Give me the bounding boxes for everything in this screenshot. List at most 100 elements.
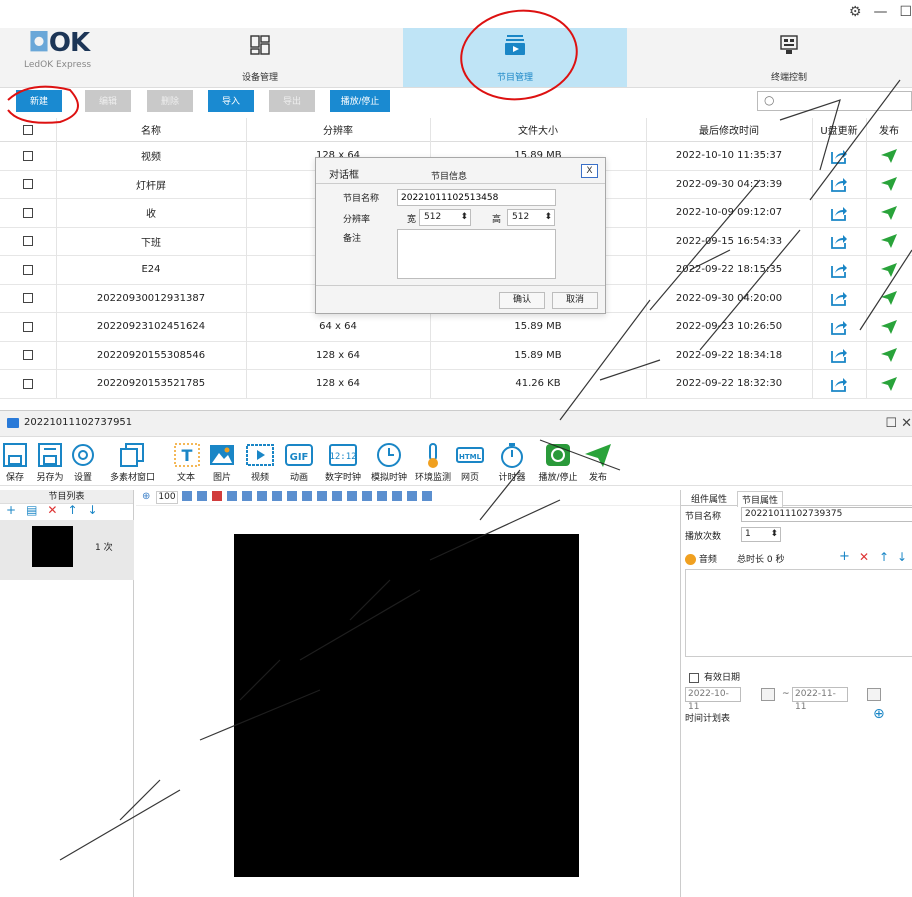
publish-icon[interactable]: [866, 342, 912, 370]
usb-update-icon[interactable]: [812, 370, 866, 398]
ribbon-settings-button[interactable]: 设置: [68, 438, 98, 483]
fullscreen-icon[interactable]: [302, 491, 312, 501]
ribbon-save-button[interactable]: 保存: [0, 438, 30, 483]
publish-icon[interactable]: [866, 228, 912, 256]
align-center-icon[interactable]: [407, 491, 417, 501]
publish-icon[interactable]: [866, 313, 912, 341]
usb-update-icon[interactable]: [812, 256, 866, 284]
usb-update-icon[interactable]: [812, 313, 866, 341]
nav-terminal-control[interactable]: 终端控制: [677, 28, 901, 87]
new-button[interactable]: 新建: [16, 90, 62, 112]
zoom-in-icon[interactable]: ⊕: [142, 491, 150, 502]
add-icon[interactable]: +: [6, 503, 16, 517]
nav-device-management[interactable]: 设备管理: [148, 28, 372, 87]
ribbon-gif-button[interactable]: GIF 动画: [283, 438, 315, 483]
v-stretch-icon[interactable]: [332, 491, 342, 501]
publish-icon[interactable]: [866, 370, 912, 398]
maximize-icon[interactable]: ☐: [899, 4, 912, 20]
minimize-icon[interactable]: —: [873, 4, 887, 20]
col-resolution[interactable]: 分辨率: [246, 118, 430, 141]
play-stop-button[interactable]: 播放/停止: [330, 90, 390, 112]
program-name-field[interactable]: 20221011102739375: [741, 507, 912, 522]
search-input[interactable]: ○: [757, 91, 912, 111]
ribbon-multi-window-button[interactable]: 多素材窗口: [110, 438, 155, 483]
play-times-spinner[interactable]: 1 ⬍: [741, 527, 781, 542]
h-stretch-icon[interactable]: [317, 491, 327, 501]
tab-program-props[interactable]: 节目属性: [737, 491, 784, 507]
move-up-icon[interactable]: ↑: [67, 503, 77, 517]
date-to-input[interactable]: 2022-11-11: [792, 687, 848, 712]
usb-update-icon[interactable]: [812, 285, 866, 313]
calendar-icon[interactable]: [761, 688, 775, 701]
page-icon[interactable]: ▤: [26, 503, 37, 517]
ribbon-save-as-button[interactable]: 另存为: [33, 438, 67, 483]
date-from-input[interactable]: 2022-10-11: [685, 687, 741, 712]
ribbon-image-button[interactable]: 图片: [206, 438, 238, 483]
table-row[interactable]: 20220920155308546 128 x 64 15.89 MB 2022-09…: [0, 342, 912, 370]
ribbon-video-button[interactable]: 视频: [244, 438, 276, 483]
width-spinner[interactable]: 512 ⬍: [419, 209, 471, 226]
layer-top-icon[interactable]: [272, 491, 282, 501]
ribbon-thermometer-button[interactable]: 环境监测: [413, 438, 453, 483]
col-size[interactable]: 文件大小: [430, 118, 646, 141]
col-name[interactable]: 名称: [56, 118, 246, 141]
ribbon-timer-button[interactable]: 计时器: [494, 438, 530, 483]
export-button[interactable]: 导出: [269, 90, 315, 112]
audio-up-icon[interactable]: ↑: [879, 550, 889, 564]
ok-button[interactable]: 确认: [499, 292, 545, 309]
program-list-item[interactable]: 1 次: [0, 520, 134, 580]
align-bottom-icon[interactable]: [377, 491, 387, 501]
move-down-icon[interactable]: ↓: [88, 503, 98, 517]
audio-down-icon[interactable]: ↓: [897, 550, 907, 564]
layer-up-icon[interactable]: [242, 491, 252, 501]
row-checkbox[interactable]: [0, 256, 56, 284]
align-right-icon[interactable]: [422, 491, 432, 501]
row-checkbox[interactable]: [0, 228, 56, 256]
align-left-icon[interactable]: [392, 491, 402, 501]
cancel-button[interactable]: 取消: [552, 292, 598, 309]
col-publish[interactable]: 发布: [866, 118, 912, 141]
led-screen-preview[interactable]: [234, 534, 579, 877]
row-checkbox[interactable]: [0, 313, 56, 341]
table-row[interactable]: 20220923102451624 64 x 64 15.89 MB 2022-09-…: [0, 313, 912, 342]
editor-canvas[interactable]: [136, 507, 680, 897]
delete-button[interactable]: 删除: [147, 90, 193, 112]
usb-update-icon[interactable]: [812, 199, 866, 227]
remove-icon[interactable]: ✕: [47, 503, 57, 517]
layer-down-icon[interactable]: [257, 491, 267, 501]
ribbon-text-button[interactable]: T 文本: [172, 438, 200, 483]
zoom-out-icon[interactable]: [182, 491, 192, 501]
publish-icon[interactable]: [866, 142, 912, 170]
add-schedule-icon[interactable]: ⊕: [873, 706, 885, 722]
zoom-input[interactable]: 100: [156, 491, 178, 504]
valid-date-checkbox[interactable]: 有效日期: [689, 670, 740, 683]
settings-icon[interactable]: ⚙: [849, 4, 862, 20]
ribbon-publish-button[interactable]: 发布: [578, 438, 618, 483]
row-checkbox[interactable]: [0, 370, 56, 398]
row-checkbox[interactable]: [0, 342, 56, 370]
add-audio-icon[interactable]: +: [839, 549, 850, 564]
clear-icon[interactable]: [227, 491, 237, 501]
usb-update-icon[interactable]: [812, 228, 866, 256]
note-textarea[interactable]: [397, 229, 556, 279]
col-usb-update[interactable]: U盘更新: [812, 118, 866, 141]
align-middle-icon[interactable]: [362, 491, 372, 501]
publish-icon[interactable]: [866, 285, 912, 313]
fit-icon[interactable]: [197, 491, 207, 501]
align-top-icon[interactable]: [347, 491, 357, 501]
usb-update-icon[interactable]: [812, 142, 866, 170]
publish-icon[interactable]: [866, 256, 912, 284]
row-checkbox[interactable]: [0, 142, 56, 170]
edit-button[interactable]: 编辑: [85, 90, 131, 112]
nav-program-management[interactable]: 节目管理: [403, 28, 627, 87]
publish-icon[interactable]: [866, 199, 912, 227]
row-checkbox[interactable]: [0, 171, 56, 199]
delete-element-icon[interactable]: [212, 491, 222, 501]
audio-list[interactable]: [685, 569, 912, 657]
select-all-checkbox[interactable]: [0, 118, 56, 141]
table-row[interactable]: 20220920153521785 128 x 64 41.26 KB 2022-09…: [0, 370, 912, 399]
row-checkbox[interactable]: [0, 285, 56, 313]
dialog-close-button[interactable]: X: [581, 164, 598, 178]
maximize-icon[interactable]: ☐ ✕: [885, 416, 912, 431]
calendar-icon[interactable]: [867, 688, 881, 701]
